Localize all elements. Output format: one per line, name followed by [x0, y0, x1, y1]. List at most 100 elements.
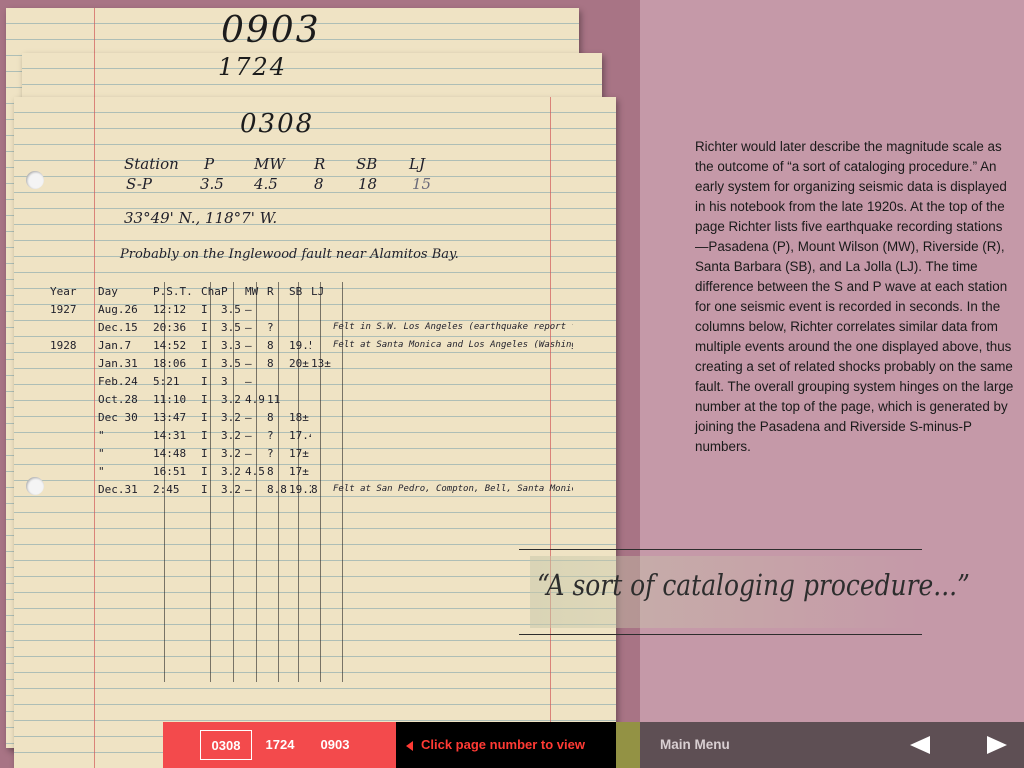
ledger-header-cell: SB: [289, 284, 303, 298]
ledger-cell: 14:31: [153, 428, 187, 442]
station-label: Station: [124, 155, 179, 173]
ledger-cell: Felt at San Pedro, Compton, Bell, Santa …: [333, 484, 573, 494]
station-p: P: [204, 155, 215, 173]
station-sb: SB: [356, 155, 378, 173]
ledger-cell: I: [201, 338, 208, 352]
ledger-cell: Jan.7: [98, 338, 132, 352]
ledger-cell: I: [201, 356, 208, 370]
ledger-cell: 3.2: [221, 482, 241, 496]
page-number-0903: 0903: [221, 10, 321, 51]
ledger-cell: 1927: [50, 302, 77, 316]
ledger-cell: 4.5: [245, 464, 265, 478]
ledger-cell: 19.2: [289, 482, 311, 496]
ledger-cell: 17±: [289, 446, 309, 460]
ledger-cell: 17±: [289, 464, 309, 478]
ledger-cell: I: [201, 302, 208, 316]
fault-note: Probably on the Inglewood fault near Ala…: [120, 247, 459, 262]
page-tab-1724[interactable]: 1724: [258, 730, 302, 760]
ledger-cell: 18±: [289, 410, 309, 424]
ledger-cell: Felt at Santa Monica and Los Angeles (Wa…: [333, 340, 573, 350]
ledger-cell: 3.2: [221, 446, 241, 460]
ledger-cell: 16:51: [153, 464, 187, 478]
main-menu-button[interactable]: Main Menu: [660, 722, 730, 768]
ledger-cell: —: [245, 482, 252, 496]
ledger-cell: 3.2: [221, 410, 241, 424]
hint-text: Click page number to view: [421, 737, 585, 752]
ledger-cell: 2:45: [153, 482, 180, 496]
ledger-cell: 11: [267, 392, 281, 406]
ledger-cell: —: [245, 302, 252, 316]
ledger-cell: I: [201, 410, 208, 424]
ledger-cell: 3.2: [221, 464, 241, 478]
ledger-cell: 20:36: [153, 320, 187, 334]
divider-block: [616, 722, 640, 768]
ledger-cell: —: [245, 374, 252, 388]
station-lj: LJ: [409, 155, 425, 173]
ledger-cell: —: [245, 338, 252, 352]
page-tab-0903[interactable]: 0903: [313, 730, 357, 760]
page-selector: 0308 1724 0903: [163, 722, 396, 768]
ledger-cell: 8: [267, 464, 274, 478]
page-tab-0308[interactable]: 0308: [200, 730, 252, 760]
ledger-cell: Dec.15: [98, 320, 138, 334]
ledger-cell: 8: [267, 356, 274, 370]
ledger-cell: 5:21: [153, 374, 180, 388]
ledger-cell: ?: [267, 320, 274, 334]
sp-label: S-P: [126, 175, 152, 193]
triangle-left-icon[interactable]: [910, 736, 930, 754]
ledger-cell: Dec.31: [98, 482, 138, 496]
ledger-cell: I: [201, 446, 208, 460]
page-number-1724: 1724: [218, 53, 288, 81]
ledger-header-cell: MW: [245, 284, 259, 298]
ledger-row: " 14:48 I 3.2 —? 17±: [50, 444, 573, 462]
ledger-cell: —: [245, 356, 252, 370]
ledger-cell: 13:47: [153, 410, 187, 424]
ledger-cell: —: [245, 446, 252, 460]
ledger-row: 1927 Aug.26 12:12 I 3.5 —: [50, 300, 573, 318]
binder-hole: [26, 171, 44, 189]
ledger-cell: 17.4±: [289, 428, 311, 442]
ledger-cell: Oct.28: [98, 392, 138, 406]
sp-mw: 4.5: [254, 175, 278, 193]
ledger-cell: 8: [267, 410, 274, 424]
ledger-cell: Dec 30: [98, 410, 138, 424]
ledger-cell: 14:48: [153, 446, 187, 460]
ledger-cell: 3.5: [221, 356, 241, 370]
ledger-cell: I: [201, 482, 208, 496]
pull-quote: “A sort of cataloging procedure...”: [537, 568, 970, 602]
ledger-cell: I: [201, 374, 208, 388]
ledger-cell: ?: [267, 428, 274, 442]
page-number-0308: 0308: [240, 109, 315, 139]
triangle-right-icon[interactable]: [987, 736, 1007, 754]
ledger-row: 1928 Jan.7 14:52 I 3.3 — 8 19.5 Felt at Santa Mo…: [50, 336, 573, 354]
ledger-cell: —: [245, 428, 252, 442]
ledger-cell: Aug.26: [98, 302, 138, 316]
ledger-cell: ": [98, 428, 105, 442]
arrow-left-icon: [406, 740, 413, 751]
ledger-row: Jan.31 18:06 I 3.5 — 8 20± 13±: [50, 354, 573, 372]
ledger-cell: 14:52: [153, 338, 187, 352]
ledger-row: Dec 30 13:47 I 3.2 — 8 18±: [50, 408, 573, 426]
ledger-cell: 1928: [50, 338, 77, 352]
ledger-cell: 8: [267, 338, 274, 352]
ledger-row: " 16:51 I 3.2 4.5 8 17±: [50, 462, 573, 480]
ledger-cell: 12:12: [153, 302, 187, 316]
quote-top-rule: [519, 549, 922, 550]
station-r: R: [314, 155, 326, 173]
ledger-cell: —: [245, 320, 252, 334]
ledger-cell: I: [201, 464, 208, 478]
binder-hole: [26, 477, 44, 495]
ledger-cell: 4.9: [245, 392, 265, 406]
quote-bottom-rule: [519, 634, 922, 635]
ledger-cell: 8: [311, 482, 318, 496]
ledger-cell: 18:06: [153, 356, 187, 370]
ledger-cell: 13±: [311, 356, 331, 370]
ledger-header-cell: Day: [98, 284, 118, 298]
ledger-cell: 3.3: [221, 338, 241, 352]
ledger-header-cell: P.S.T.: [153, 284, 193, 298]
ledger-cell: 3.2: [221, 428, 241, 442]
ledger-row: Oct.28 11:10 I 3.2 4.9 11: [50, 390, 573, 408]
ledger-header-cell: LJ: [311, 284, 325, 298]
ledger-cell: Felt in S.W. Los Angeles (earthquake rep…: [333, 322, 573, 332]
ledger-cell: 20±: [289, 356, 309, 370]
